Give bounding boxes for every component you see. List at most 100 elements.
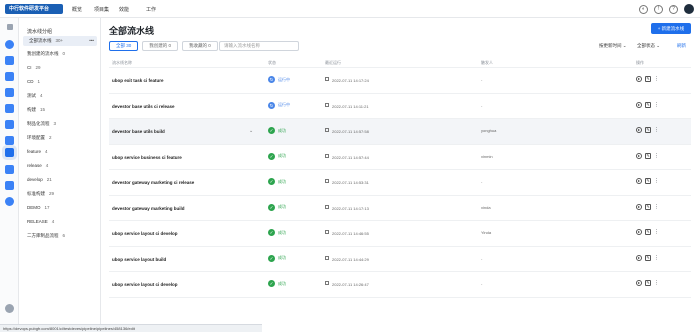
sidebar-item[interactable]: CI 29 xyxy=(27,63,97,73)
refresh-link[interactable]: 刷新 xyxy=(677,43,686,49)
test-icon[interactable] xyxy=(5,120,14,129)
sidebar-item-all[interactable]: 全部流水线 30+ ••• xyxy=(23,36,97,46)
more-icon[interactable]: ••• xyxy=(89,36,94,46)
new-pipeline-button[interactable]: + 新建流水线 xyxy=(651,23,691,34)
more-vert-icon[interactable]: ⋮ xyxy=(654,229,659,235)
more-vert-icon[interactable]: ⋮ xyxy=(654,76,659,82)
run-icon[interactable]: ▸ xyxy=(636,254,642,261)
sidebar-item[interactable]: develop 21 xyxy=(27,175,97,185)
sidebar-item[interactable]: 构建 15 xyxy=(27,105,97,115)
pipeline-name[interactable]: devestor base utils build xyxy=(112,129,165,134)
avatar[interactable] xyxy=(684,4,694,14)
board-icon[interactable] xyxy=(5,56,14,65)
nav-work[interactable]: 工作 xyxy=(146,6,156,13)
search-input[interactable]: 请输入流水线名称 xyxy=(219,41,299,51)
env-icon[interactable] xyxy=(5,181,14,190)
sidebar-item[interactable]: 环境配置 2 xyxy=(27,133,97,143)
edit-icon[interactable]: ✎ xyxy=(645,101,651,108)
table-row[interactable]: devestor gateway marketing build ✓ 成功 202… xyxy=(109,196,691,221)
edit-icon[interactable]: ✎ xyxy=(645,152,651,159)
sidebar-item[interactable]: feature 4 xyxy=(27,147,97,157)
task-icon[interactable] xyxy=(5,72,14,81)
table-row[interactable]: ubop exit task ci feature ↻ 运行中 2022-07-1… xyxy=(109,68,691,94)
run-icon[interactable]: ▸ xyxy=(636,127,642,133)
col-name[interactable]: 流水线名称 xyxy=(112,60,132,66)
table-row[interactable]: devestor gateway marketing ci release ✓ 成… xyxy=(109,170,691,196)
pipeline-name[interactable]: devestor base utils ci release xyxy=(112,104,175,109)
pipeline-name[interactable]: ubop service business ci feature xyxy=(112,155,182,160)
more-vert-icon[interactable]: ⋮ xyxy=(654,255,659,261)
pipeline-name[interactable]: ubop service layout ci develop xyxy=(112,231,178,236)
sidebar-item[interactable]: RELEASE 4 xyxy=(27,217,97,227)
pipeline-name[interactable]: devestor gateway marketing build xyxy=(112,206,185,211)
flow-icon[interactable] xyxy=(5,104,14,113)
more-vert-icon[interactable]: ⋮ xyxy=(654,127,659,133)
col-last-run[interactable]: 最近运行 xyxy=(325,60,341,66)
sidebar-item[interactable]: DEMO 17 xyxy=(27,203,97,213)
theme-icon[interactable]: ◐ xyxy=(639,4,648,14)
run-icon[interactable]: ▸ xyxy=(636,76,642,82)
col-status[interactable]: 状态 xyxy=(268,60,276,66)
edit-icon[interactable]: ✎ xyxy=(645,178,651,184)
tab-favorites[interactable]: 我收藏的 0 xyxy=(182,41,218,51)
more-vert-icon[interactable]: ⋮ xyxy=(654,178,659,184)
run-icon[interactable]: ▸ xyxy=(636,229,642,235)
status-cell: ↻ 运行中 xyxy=(268,101,290,109)
tab-all[interactable]: 全部 30 xyxy=(109,41,139,51)
tab-mine[interactable]: 我创建的 0 xyxy=(142,41,179,51)
edit-icon[interactable]: ✎ xyxy=(645,76,651,82)
more-vert-icon[interactable]: ⋮ xyxy=(654,153,659,159)
edit-icon[interactable]: ✎ xyxy=(645,203,651,210)
edit-icon[interactable]: ✎ xyxy=(645,254,651,261)
sidebar-item[interactable]: 测试 4 xyxy=(27,91,97,101)
sidebar-item[interactable]: 二方库制品流程 6 xyxy=(27,231,97,241)
run-icon[interactable]: ▸ xyxy=(636,101,642,108)
pipeline-name[interactable]: ubop service layout build xyxy=(112,257,166,262)
table-row[interactable]: ubop service business ci feature ✓ 成功 202… xyxy=(109,145,691,170)
pipeline-name[interactable]: ubop exit task ci feature xyxy=(112,78,164,83)
pipeline-name[interactable]: ubop service layout ci develop xyxy=(112,282,178,287)
edit-icon[interactable]: ✎ xyxy=(645,280,651,286)
run-icon[interactable]: ▸ xyxy=(636,152,642,159)
nav-projects[interactable]: 项目集 xyxy=(94,6,109,13)
table-row[interactable]: devestor base utils build ⌄ ✓ 成功 2022-07-… xyxy=(109,119,691,145)
sort-select[interactable]: 按更新时间 ⌄ xyxy=(599,43,627,49)
sidebar-item[interactable]: 我创建的流水线 0 xyxy=(27,49,97,59)
success-icon: ✓ xyxy=(268,203,275,211)
code-icon[interactable] xyxy=(5,88,14,97)
sidebar-item[interactable]: CD 1 xyxy=(27,77,97,87)
more-vert-icon[interactable]: ⋮ xyxy=(654,280,659,286)
main-content: 全部流水线 + 新建流水线 全部 30 我创建的 0 我收藏的 0 请输入流水线… xyxy=(101,18,700,332)
edit-icon[interactable]: ✎ xyxy=(645,229,651,235)
home-icon[interactable] xyxy=(5,40,14,49)
run-icon[interactable]: ▸ xyxy=(636,280,642,286)
sidebar-item[interactable]: 制品化流程 3 xyxy=(27,119,97,129)
table-row[interactable]: ubop service layout build ✓ 成功 2022-07-11… xyxy=(109,247,691,272)
artifact-icon[interactable] xyxy=(5,165,14,174)
notification-icon[interactable]: ! xyxy=(654,4,663,14)
run-icon[interactable]: ▸ xyxy=(636,178,642,184)
col-trigger[interactable]: 触发人 xyxy=(481,60,493,66)
help-icon[interactable]: ? xyxy=(669,4,678,14)
more-vert-icon[interactable]: ⋮ xyxy=(654,102,659,108)
success-icon: ✓ xyxy=(268,254,275,262)
sidebar-item[interactable]: 标准构建 29 xyxy=(27,189,97,199)
report-icon[interactable] xyxy=(5,197,14,206)
pipeline-icon[interactable] xyxy=(5,148,14,157)
edit-icon[interactable]: ✎ xyxy=(645,127,651,133)
table-row[interactable]: devestor base utils ci release ↻ 运行中 2022… xyxy=(109,94,691,119)
sidebar-item[interactable]: release 4 xyxy=(27,161,97,171)
back-icon[interactable] xyxy=(7,24,13,30)
run-icon[interactable]: ▸ xyxy=(636,203,642,210)
table-row[interactable]: ubop service layout ci develop ✓ 成功 2022-… xyxy=(109,272,691,298)
chevron-down-icon[interactable]: ⌄ xyxy=(249,128,253,134)
logo[interactable]: 中行软件研发平台 xyxy=(5,4,63,14)
table-row[interactable]: ubop service layout ci develop ✓ 成功 2022-… xyxy=(109,221,691,247)
settings-icon[interactable] xyxy=(5,304,14,313)
pipeline-name[interactable]: devestor gateway marketing ci release xyxy=(112,180,194,185)
nav-efficiency[interactable]: 效能 xyxy=(119,6,129,13)
deploy-icon[interactable] xyxy=(5,136,14,145)
more-vert-icon[interactable]: ⋮ xyxy=(654,204,659,210)
status-filter-select[interactable]: 全部状态 ⌄ xyxy=(637,43,660,49)
nav-overview[interactable]: 概览 xyxy=(72,6,82,13)
